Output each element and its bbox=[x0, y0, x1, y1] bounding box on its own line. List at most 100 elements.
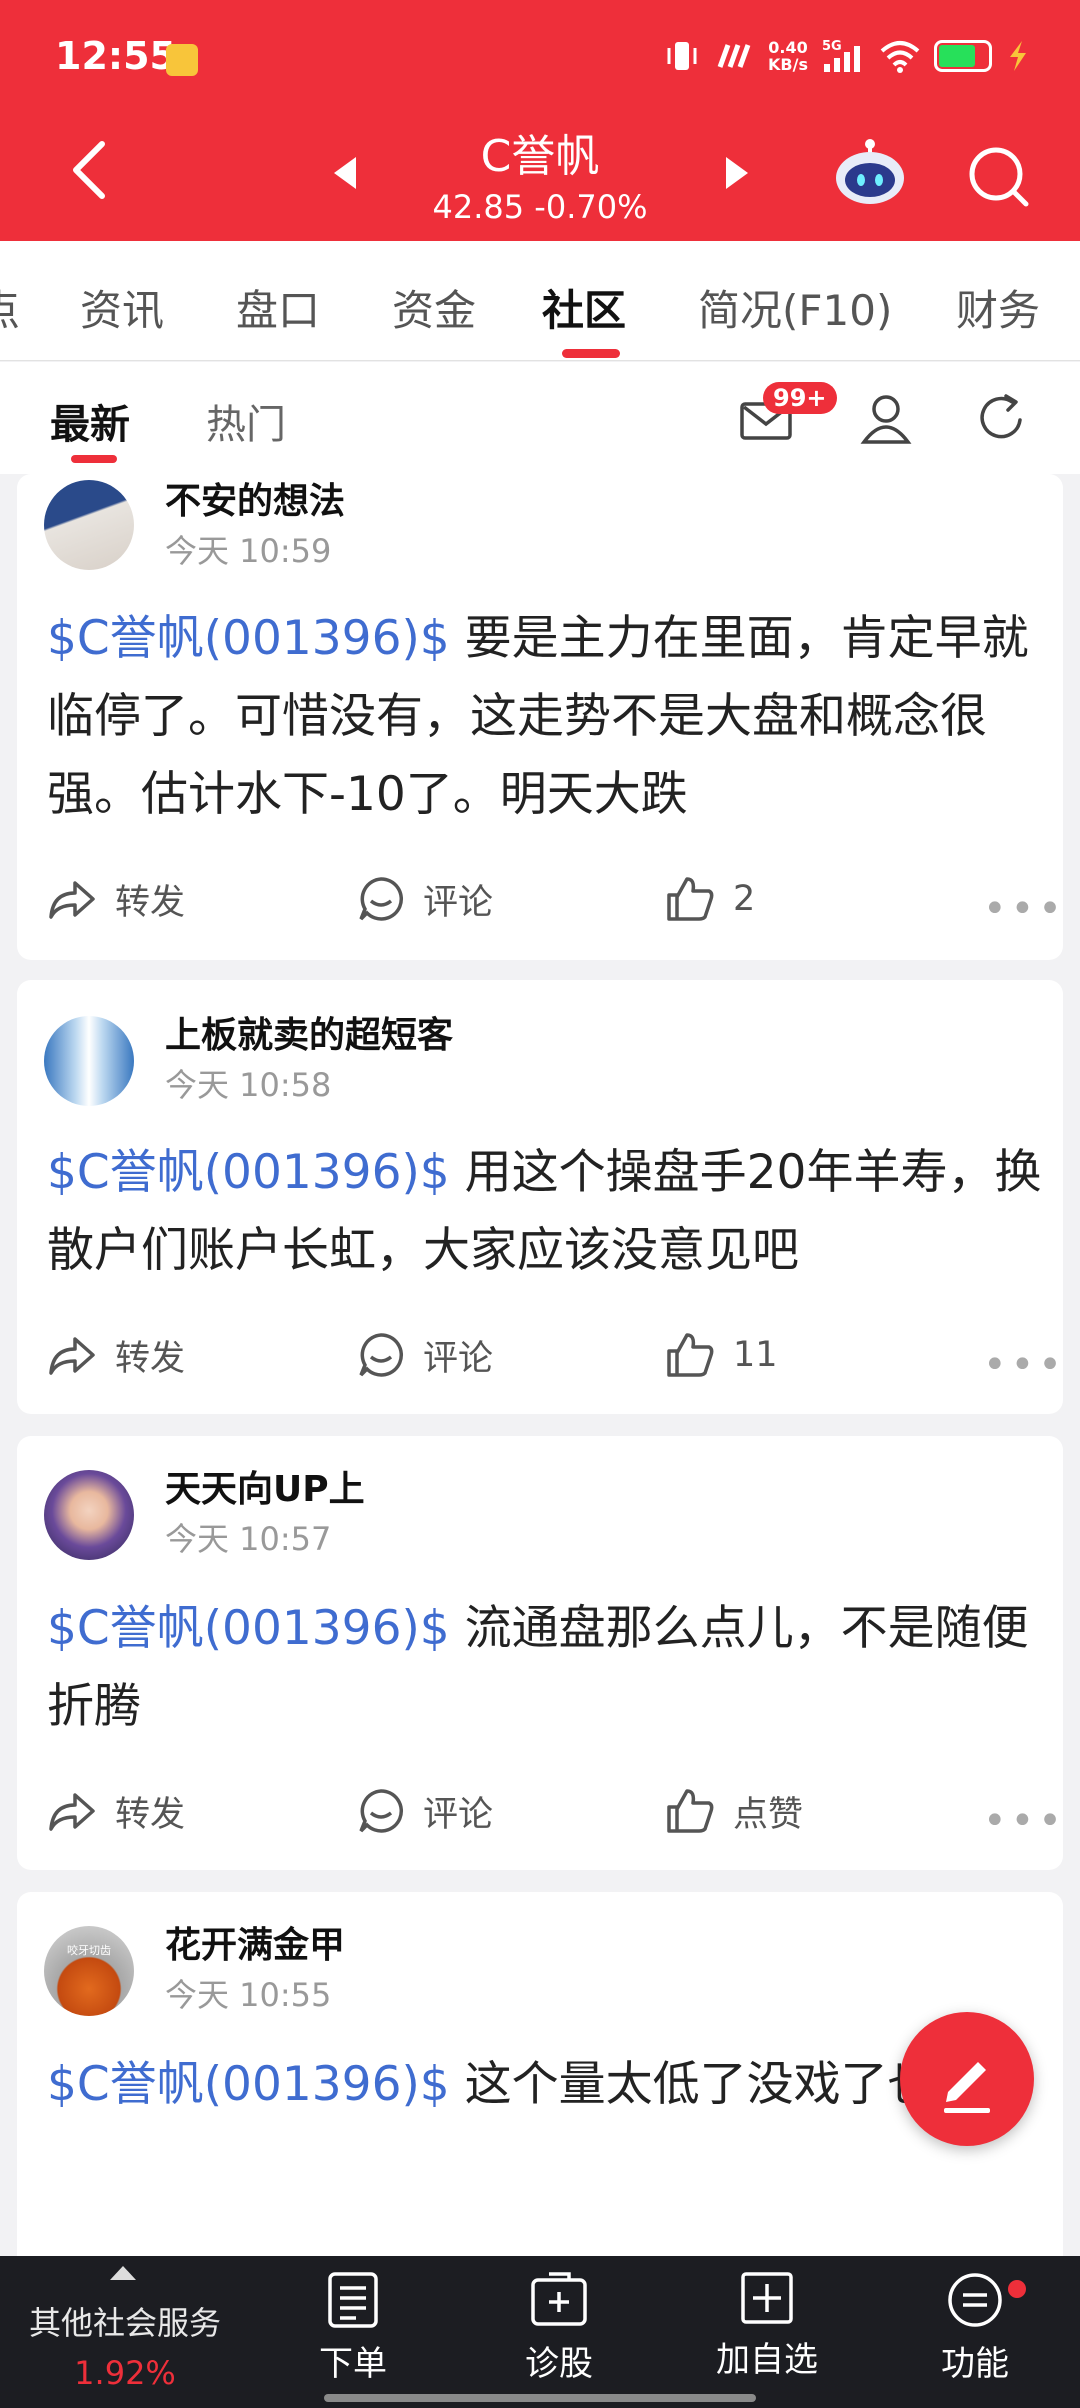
tab-partial[interactable]: 点 bbox=[0, 277, 20, 338]
avatar[interactable] bbox=[44, 1016, 134, 1106]
repost-button[interactable]: 转发 bbox=[47, 864, 185, 934]
comment-label: 评论 bbox=[423, 1338, 494, 1379]
post-actions: 转发 评论 11 ••• bbox=[17, 1320, 1063, 1390]
expand-arrow-icon[interactable] bbox=[110, 2266, 136, 2280]
repost-button[interactable]: 转发 bbox=[47, 1320, 185, 1390]
like-button[interactable]: 2 bbox=[665, 864, 755, 934]
wifi-icon bbox=[880, 41, 920, 73]
post-card[interactable]: 天天向UP上 今天 10:57 $C誉帆(001396)$ 流通盘那么点儿，不是… bbox=[17, 1436, 1063, 1870]
compose-post-button[interactable] bbox=[900, 2012, 1034, 2146]
post-username[interactable]: 不安的想法 bbox=[165, 474, 345, 524]
like-label: 点赞 bbox=[733, 1794, 804, 1835]
like-button[interactable]: 11 bbox=[665, 1320, 778, 1390]
stock-tag-link[interactable]: $C誉帆(001396)$ bbox=[47, 2057, 450, 2112]
detail-tabs: 点 资讯 盘口 资金 社区 简况(F10) 财务 bbox=[0, 241, 1080, 361]
more-icon[interactable]: ••• bbox=[983, 1342, 1063, 1388]
post-content[interactable]: $C誉帆(001396)$ 流通盘那么点儿，不是随便折腾 bbox=[47, 1590, 1043, 1746]
post-content[interactable]: $C誉帆(001396)$ 用这个操盘手20年羊寿，换散户们账户长虹，大家应该没… bbox=[47, 1134, 1043, 1290]
repost-label: 转发 bbox=[115, 1338, 186, 1379]
post-username[interactable]: 上板就卖的超短客 bbox=[165, 1006, 453, 1058]
add-watchlist-button[interactable]: 加自选 bbox=[682, 2270, 852, 2381]
add-watchlist-icon bbox=[741, 2272, 793, 2324]
notification-dot bbox=[1008, 2280, 1026, 2298]
post-time: 今天 10:59 bbox=[165, 532, 332, 570]
repost-label: 转发 bbox=[115, 882, 186, 923]
prev-stock-icon[interactable] bbox=[330, 155, 360, 191]
order-icon bbox=[328, 2272, 378, 2328]
refresh-icon[interactable] bbox=[974, 390, 1030, 446]
back-icon[interactable] bbox=[62, 140, 122, 200]
tab-community[interactable]: 社区 bbox=[542, 277, 626, 338]
bottom-toolbar: 其他社会服务 1.92% 下单 诊股 加自选 功能 bbox=[0, 2256, 1080, 2408]
stock-tag-link[interactable]: $C誉帆(001396)$ bbox=[47, 1145, 450, 1200]
stock-tag-link[interactable]: $C誉帆(001396)$ bbox=[47, 611, 450, 666]
post-actions: 转发 评论 2 ••• bbox=[17, 864, 1063, 934]
mail-badge: 99+ bbox=[763, 382, 837, 414]
user-icon[interactable] bbox=[858, 390, 914, 446]
diagnose-icon bbox=[531, 2272, 587, 2326]
menu-icon bbox=[948, 2273, 1002, 2327]
search-icon[interactable] bbox=[964, 142, 1034, 212]
active-subtab-indicator bbox=[71, 455, 117, 463]
status-icons: 0.40 KB/s 5G bbox=[664, 38, 1030, 74]
comment-icon bbox=[359, 1789, 404, 1833]
home-indicator[interactable] bbox=[324, 2394, 756, 2402]
functions-button[interactable]: 功能 bbox=[890, 2270, 1060, 2385]
comment-label: 评论 bbox=[423, 882, 494, 923]
sector-name[interactable]: 其他社会服务 bbox=[0, 2298, 250, 2344]
comment-icon bbox=[359, 877, 404, 921]
svg-text:5G: 5G bbox=[822, 39, 842, 54]
post-actions: 转发 评论 点赞 ••• bbox=[17, 1776, 1063, 1846]
pencil-icon bbox=[944, 2062, 990, 2113]
subtab-latest[interactable]: 最新 bbox=[50, 392, 130, 450]
notification-icon bbox=[166, 44, 198, 76]
share-icon bbox=[49, 1793, 95, 1831]
post-username[interactable]: 花开满金甲 bbox=[165, 1916, 345, 1968]
thumbs-up-icon bbox=[667, 877, 714, 921]
tab-news[interactable]: 资讯 bbox=[80, 277, 164, 338]
add-watchlist-label: 加自选 bbox=[716, 2340, 818, 2380]
post-content[interactable]: $C誉帆(001396)$ 要是主力在里面，肯定早就临停了。可惜没有，这走势不是… bbox=[47, 600, 1043, 834]
order-button[interactable]: 下单 bbox=[268, 2270, 438, 2385]
charging-icon bbox=[1010, 41, 1026, 71]
diagnose-button[interactable]: 诊股 bbox=[474, 2270, 644, 2385]
avatar-caption: 咬牙切齿 bbox=[67, 1944, 111, 1957]
net-speed: 0.40 KB/s bbox=[768, 39, 808, 73]
stock-tag-link[interactable]: $C誉帆(001396)$ bbox=[47, 1601, 450, 1656]
post-time: 今天 10:58 bbox=[165, 1066, 332, 1104]
like-button[interactable]: 点赞 bbox=[665, 1776, 803, 1846]
next-stock-icon[interactable] bbox=[722, 155, 752, 191]
post-username[interactable]: 天天向UP上 bbox=[165, 1460, 365, 1512]
comment-button[interactable]: 评论 bbox=[357, 1320, 493, 1390]
avatar[interactable] bbox=[44, 1470, 134, 1560]
sector-change: 1.92% bbox=[74, 2354, 176, 2392]
avatar[interactable] bbox=[44, 480, 134, 570]
thumbs-up-icon bbox=[667, 1789, 714, 1833]
active-tab-indicator bbox=[562, 349, 620, 358]
tab-funds[interactable]: 资金 bbox=[392, 277, 476, 338]
share-icon bbox=[49, 1337, 95, 1375]
comment-button[interactable]: 评论 bbox=[357, 1776, 493, 1846]
stock-change: -0.70% bbox=[534, 188, 648, 226]
post-card[interactable]: 上板就卖的超短客 今天 10:58 $C誉帆(001396)$ 用这个操盘手20… bbox=[17, 980, 1063, 1414]
avatar[interactable]: 咬牙切齿 bbox=[44, 1926, 134, 2016]
stock-price: 42.85 bbox=[432, 188, 525, 226]
post-card[interactable]: 不安的想法 今天 10:59 $C誉帆(001396)$ 要是主力在里面，肯定早… bbox=[17, 474, 1063, 960]
repost-button[interactable]: 转发 bbox=[47, 1776, 185, 1846]
more-icon[interactable]: ••• bbox=[983, 1798, 1063, 1844]
subtab-hot[interactable]: 热门 bbox=[206, 392, 286, 450]
tab-finance[interactable]: 财务 bbox=[956, 277, 1040, 338]
robot-assistant-icon[interactable] bbox=[830, 138, 910, 208]
tab-handicap[interactable]: 盘口 bbox=[236, 277, 320, 338]
functions-label: 功能 bbox=[941, 2344, 1009, 2384]
more-icon[interactable]: ••• bbox=[983, 886, 1063, 932]
post-content[interactable]: $C誉帆(001396)$ 这个量太低了没戏了也gg bbox=[47, 2046, 1043, 2124]
repost-label: 转发 bbox=[115, 1794, 186, 1835]
comment-button[interactable]: 评论 bbox=[357, 864, 493, 934]
thumbs-up-icon bbox=[667, 1333, 714, 1377]
like-count: 11 bbox=[733, 1335, 778, 1375]
tab-profile-f10[interactable]: 简况(F10) bbox=[698, 277, 892, 338]
order-label: 下单 bbox=[319, 2344, 387, 2384]
post-time: 今天 10:55 bbox=[165, 1976, 332, 2014]
stock-name: C誉帆 bbox=[480, 131, 600, 182]
